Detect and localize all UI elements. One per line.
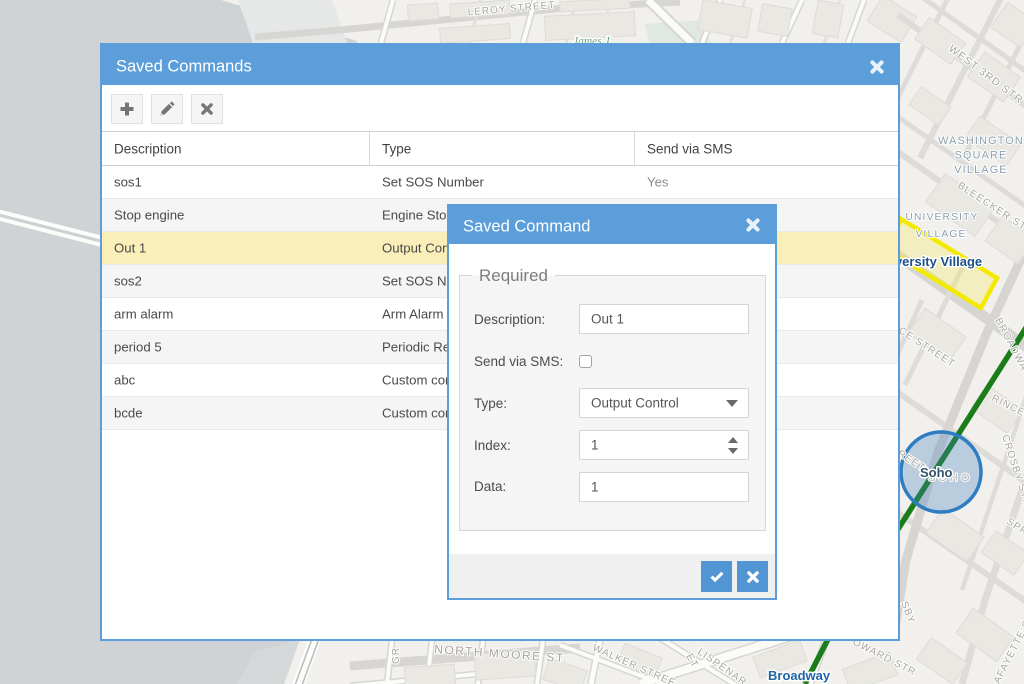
svg-text:SQUARE: SQUARE xyxy=(955,150,1008,162)
svg-text:GR: GR xyxy=(391,647,402,664)
svg-text:UNIVERSITY: UNIVERSITY xyxy=(905,212,978,223)
svg-text:Broadway: Broadway xyxy=(768,668,831,683)
svg-text:Soho: Soho xyxy=(920,465,953,480)
svg-text:VILLAGE: VILLAGE xyxy=(954,164,1007,176)
svg-text:VILLAGE: VILLAGE xyxy=(916,229,967,240)
svg-text:WASHINGTON: WASHINGTON xyxy=(938,135,1024,147)
